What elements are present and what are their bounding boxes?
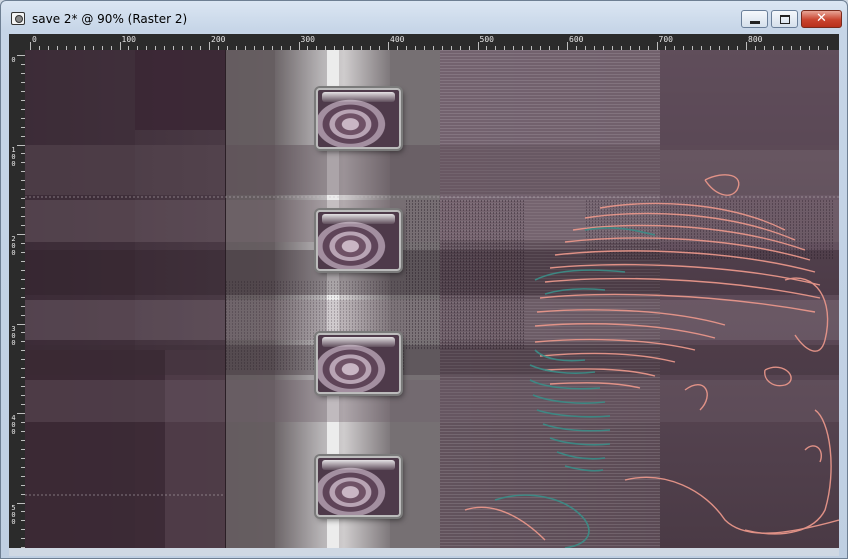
title-bar[interactable]: save 2* @ 90% (Raster 2) ✕ <box>1 1 847 35</box>
ruler-top-label: 600 <box>569 35 584 44</box>
ruler-top-label: 0 <box>32 35 37 44</box>
camera-app-icon[interactable] <box>11 12 25 25</box>
ruler-major-tick <box>119 42 121 50</box>
thumbnail-frame-4 <box>316 456 401 517</box>
ruler-major-tick <box>17 502 25 504</box>
ruler-top-label: 700 <box>658 35 673 44</box>
image-canvas[interactable] <box>25 50 839 548</box>
ruler-major-tick <box>567 42 568 50</box>
ruler-major-tick <box>30 42 31 50</box>
ruler-left-label: 0 <box>11 56 16 64</box>
ruler-major-tick <box>17 413 25 414</box>
ruler-left-label: 100 <box>11 145 16 168</box>
ruler-top-label: 800 <box>748 35 763 44</box>
thumbnail-frame-2 <box>316 210 401 271</box>
horizontal-ruler[interactable]: 0 100 200 300 400 500 600 700 800 <box>9 34 839 50</box>
close-button[interactable]: ✕ <box>801 10 842 28</box>
ruler-major-tick <box>388 42 389 50</box>
ruler-left-label: 500 <box>11 503 16 526</box>
close-icon: ✕ <box>816 11 827 26</box>
ruler-top-label: 200 <box>211 35 226 44</box>
window-title: save 2* @ 90% (Raster 2) <box>32 12 188 26</box>
ruler-top-label: 100 <box>121 35 136 44</box>
ruler-left-label: 400 <box>11 414 16 436</box>
vertical-ruler[interactable]: 0 100 200 300 400 500 <box>9 50 25 548</box>
ruler-major-tick <box>298 42 300 50</box>
ruler-major-tick <box>209 42 210 50</box>
maximize-button[interactable] <box>771 10 798 28</box>
ruler-major-tick <box>477 42 479 50</box>
window-bottom-border <box>9 548 839 556</box>
ruler-major-tick <box>746 42 747 50</box>
ruler-major-tick <box>656 42 658 50</box>
ruler-major-tick <box>17 234 25 235</box>
ruler-major-tick <box>17 323 25 325</box>
ruler-left-label: 200 <box>11 235 16 257</box>
minimize-button[interactable] <box>741 10 768 28</box>
thumbnail-frame-3 <box>316 333 401 394</box>
thumbnail-frame-1 <box>316 88 401 149</box>
artwork <box>25 50 839 548</box>
ruler-major-tick <box>17 144 25 146</box>
ruler-left-label: 300 <box>11 324 16 347</box>
ruler-top-label: 300 <box>300 35 315 44</box>
ruler-top-label: 500 <box>479 35 494 44</box>
ruler-major-tick <box>17 55 25 56</box>
ruler-top-label: 400 <box>390 35 405 44</box>
